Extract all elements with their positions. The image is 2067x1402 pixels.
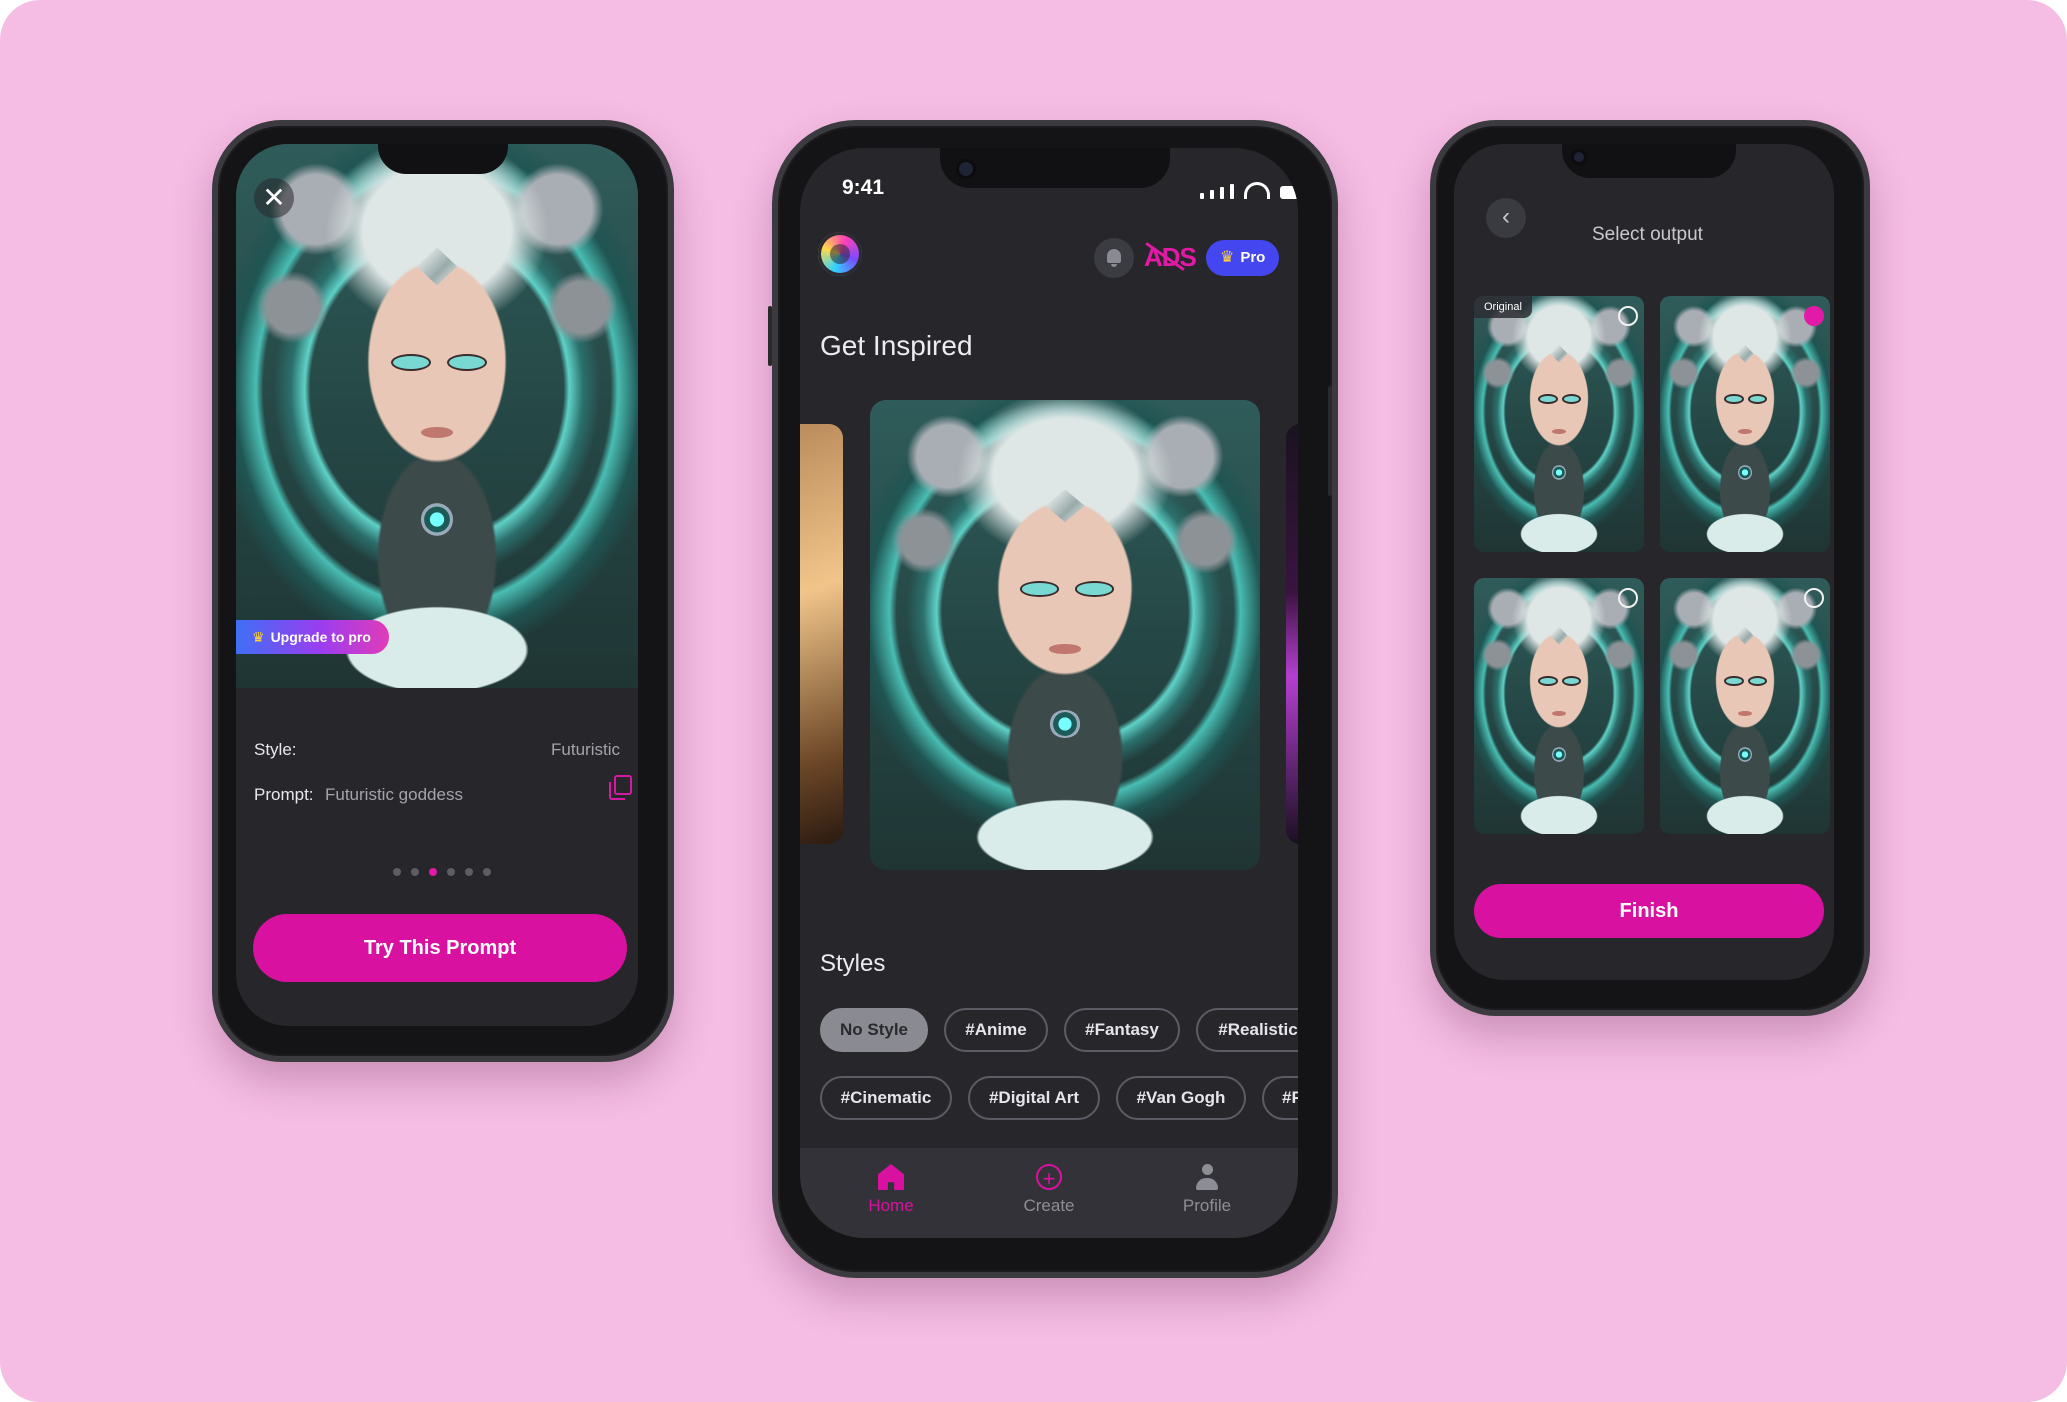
- signal-bar: [1210, 190, 1214, 199]
- upgrade-to-pro-button[interactable]: ♛ Upgrade to pro: [236, 620, 389, 654]
- select-radio[interactable]: [1618, 306, 1638, 326]
- middle-phone-screen: 9:41 ADS ♛ Pro Get Inspired Styles No St…: [800, 148, 1298, 1238]
- style-chip-fantasy[interactable]: #Fantasy: [1064, 1008, 1180, 1052]
- select-radio-selected[interactable]: [1804, 306, 1824, 326]
- left-phone-screen: ✕ ♛ Upgrade to pro Style: Futuristic Prom…: [236, 144, 638, 1026]
- notch: [940, 148, 1170, 188]
- carousel-card-previous[interactable]: [800, 424, 843, 844]
- style-chip-cinematic[interactable]: #Cinematic: [820, 1076, 952, 1120]
- select-radio[interactable]: [1618, 588, 1638, 608]
- tab-create[interactable]: + Create: [1004, 1164, 1094, 1216]
- plus-circle-icon: +: [1036, 1164, 1062, 1191]
- signal-bar: [1200, 193, 1204, 199]
- bottom-tab-bar: Home + Create Profile: [800, 1148, 1298, 1238]
- artwork-futuristic-goddess: [236, 144, 638, 688]
- crown-icon: ♛: [252, 629, 265, 645]
- upgrade-label: Upgrade to pro: [270, 629, 371, 645]
- notifications-button[interactable]: [1094, 238, 1134, 278]
- front-camera: [1574, 152, 1584, 162]
- output-tile-2[interactable]: [1660, 296, 1830, 552]
- carousel-pagination: [393, 868, 491, 876]
- battery-icon: [1280, 186, 1298, 199]
- finish-button[interactable]: Finish: [1474, 884, 1824, 938]
- no-ads-icon[interactable]: ADS: [1144, 242, 1197, 273]
- output-tile-3[interactable]: [1474, 578, 1644, 834]
- left-phone-frame: ✕ ♛ Upgrade to pro Style: Futuristic Prom…: [212, 120, 674, 1062]
- tab-home[interactable]: Home: [846, 1164, 936, 1216]
- copy-icon[interactable]: [609, 775, 632, 800]
- tab-home-label: Home: [868, 1196, 914, 1215]
- prompt-label: Prompt:: [254, 785, 314, 804]
- carousel-dot-active[interactable]: [429, 868, 437, 876]
- chevron-left-icon: ‹: [1502, 203, 1510, 230]
- carousel-dot[interactable]: [465, 868, 473, 876]
- person-icon: [1194, 1164, 1220, 1190]
- app-logo[interactable]: [818, 232, 862, 276]
- select-radio[interactable]: [1804, 588, 1824, 608]
- tab-profile[interactable]: Profile: [1162, 1164, 1252, 1216]
- style-value: Futuristic: [551, 740, 620, 759]
- carousel-dot[interactable]: [393, 868, 401, 876]
- front-camera: [959, 162, 973, 176]
- status-icons: [1200, 182, 1298, 199]
- back-button[interactable]: ‹: [1486, 198, 1526, 238]
- try-this-prompt-button[interactable]: Try This Prompt: [253, 914, 627, 982]
- home-icon: [878, 1164, 904, 1190]
- styles-title: Styles: [820, 950, 886, 977]
- pro-label: Pro: [1240, 249, 1266, 266]
- tab-create-label: Create: [1023, 1196, 1075, 1215]
- carousel-dot[interactable]: [483, 868, 491, 876]
- wifi-icon: [1244, 182, 1270, 199]
- style-chip-no-style[interactable]: No Style: [820, 1008, 928, 1052]
- get-inspired-title: Get Inspired: [820, 330, 973, 361]
- signal-bar: [1220, 187, 1224, 199]
- carousel-card-next[interactable]: [1286, 424, 1298, 844]
- style-label: Style:: [254, 740, 297, 759]
- side-button: [1328, 386, 1332, 496]
- style-chip-partial[interactable]: #P: [1262, 1076, 1298, 1120]
- output-tile-4[interactable]: [1660, 578, 1830, 834]
- pro-button[interactable]: ♛ Pro: [1206, 240, 1280, 276]
- carousel-card-current[interactable]: [870, 400, 1260, 870]
- right-phone-screen: ‹ Select output Original Finish: [1454, 144, 1834, 980]
- notch: [1562, 144, 1736, 178]
- notch: [378, 144, 508, 174]
- signal-bar: [1230, 184, 1234, 199]
- close-button[interactable]: ✕: [254, 178, 294, 218]
- middle-phone-frame: 9:41 ADS ♛ Pro Get Inspired Styles No St…: [768, 120, 1338, 1278]
- select-output-title: Select output: [1592, 224, 1703, 245]
- prompt-value: Futuristic goddess: [325, 785, 463, 804]
- right-phone-frame: ‹ Select output Original Finish: [1430, 120, 1870, 1016]
- status-time: 9:41: [842, 176, 885, 199]
- style-chip-realistic[interactable]: #Realistic: [1196, 1008, 1298, 1052]
- bell-icon: [1107, 249, 1121, 267]
- original-badge: Original: [1474, 296, 1532, 318]
- style-chip-digital-art[interactable]: #Digital Art: [968, 1076, 1100, 1120]
- tab-profile-label: Profile: [1182, 1196, 1232, 1215]
- presentation-canvas: ✕ ♛ Upgrade to pro Style: Futuristic Prom…: [0, 0, 2067, 1402]
- close-icon: ✕: [262, 182, 286, 213]
- carousel-dot[interactable]: [447, 868, 455, 876]
- style-chip-anime[interactable]: #Anime: [944, 1008, 1048, 1052]
- style-chip-van-gogh[interactable]: #Van Gogh: [1116, 1076, 1246, 1120]
- crown-icon: ♛: [1220, 249, 1235, 266]
- output-tile-original[interactable]: Original: [1474, 296, 1644, 552]
- carousel-dot[interactable]: [411, 868, 419, 876]
- volume-button: [768, 306, 772, 366]
